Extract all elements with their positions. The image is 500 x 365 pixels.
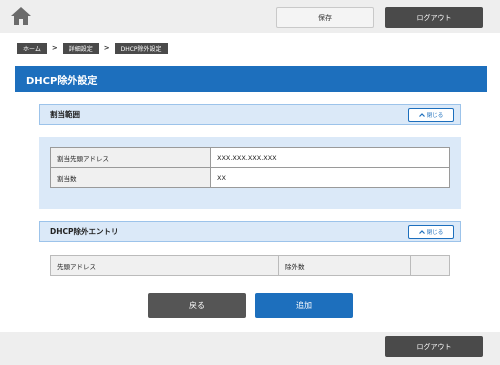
assign-range-close-button[interactable]: 閉じる <box>408 108 454 122</box>
assign-range-section-header: 割当範囲 閉じる <box>39 104 461 125</box>
column-header-actions <box>410 255 450 276</box>
breadcrumb-advanced-settings[interactable]: 詳細設定 <box>62 42 99 54</box>
close-label: 閉じる <box>426 113 444 119</box>
breadcrumb-home[interactable]: ホーム <box>17 42 47 54</box>
exclusion-entries-close-button[interactable]: 閉じる <box>408 225 454 239</box>
footer-logout-button[interactable]: ログアウト <box>385 336 483 357</box>
table-value: XX <box>210 167 450 188</box>
table-row: 割当先頭アドレス XXX.XXX.XXX.XXX <box>50 147 450 168</box>
home-icon[interactable] <box>10 5 32 27</box>
exclusion-entries-table: 先頭アドレス 除外数 <box>50 255 450 276</box>
close-label: 閉じる <box>426 230 444 236</box>
footer-bar: ログアウト <box>0 332 500 365</box>
breadcrumb-separator: > <box>51 44 58 52</box>
column-header-start-address: 先頭アドレス <box>50 255 279 276</box>
table-row: 割当数 XX <box>50 167 450 188</box>
logout-button[interactable]: ログアウト <box>385 7 483 28</box>
table-label: 割当数 <box>50 167 211 188</box>
chevron-up-icon <box>418 113 425 117</box>
back-button[interactable]: 戻る <box>148 293 246 318</box>
page-title: DHCP除外設定 <box>15 66 487 92</box>
exclusion-entries-title: DHCP除外エントリ <box>50 227 119 236</box>
add-button[interactable]: 追加 <box>255 293 353 318</box>
breadcrumb: ホーム > 詳細設定 > DHCP除外設定 <box>17 42 168 54</box>
column-header-exclusion-count: 除外数 <box>278 255 411 276</box>
top-bar: 保存 ログアウト <box>0 0 500 33</box>
assign-range-table: 割当先頭アドレス XXX.XXX.XXX.XXX 割当数 XX <box>50 147 450 188</box>
exclusion-entries-section-header: DHCP除外エントリ 閉じる <box>39 221 461 242</box>
breadcrumb-separator: > <box>103 44 110 52</box>
table-header-row: 先頭アドレス 除外数 <box>50 255 450 276</box>
assign-range-title: 割当範囲 <box>50 110 80 119</box>
chevron-up-icon <box>418 230 425 234</box>
table-label: 割当先頭アドレス <box>50 147 211 168</box>
table-value: XXX.XXX.XXX.XXX <box>210 147 450 168</box>
save-button[interactable]: 保存 <box>276 7 374 28</box>
breadcrumb-dhcp-exclusion: DHCP除外設定 <box>114 42 168 54</box>
